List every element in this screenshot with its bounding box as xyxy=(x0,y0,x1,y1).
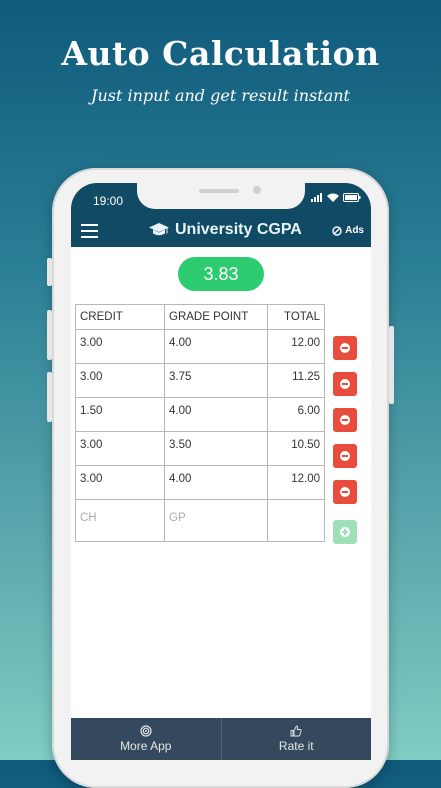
grade-point-cell[interactable]: 3.75 xyxy=(164,363,268,398)
credit-cell[interactable]: 3.00 xyxy=(75,329,165,364)
hamburger-menu-icon[interactable] xyxy=(81,224,98,238)
header-credit: CREDIT xyxy=(75,304,165,330)
delete-row-button[interactable] xyxy=(333,480,357,504)
table-header-row: CREDIT GRADE POINT TOTAL xyxy=(75,304,325,330)
graduation-cap-icon xyxy=(149,223,169,236)
credit-cell[interactable]: 3.00 xyxy=(75,465,165,500)
credit-cell[interactable]: 3.00 xyxy=(75,363,165,398)
credit-cell[interactable]: 1.50 xyxy=(75,397,165,432)
more-app-label: More App xyxy=(120,739,172,753)
grade-point-cell[interactable]: 4.00 xyxy=(164,329,268,364)
delete-row-button[interactable] xyxy=(333,408,357,432)
table-row: 1.50 4.00 6.00 xyxy=(75,397,325,432)
promo-title: Auto Calculation xyxy=(61,34,380,73)
add-row-button[interactable] xyxy=(333,520,357,544)
minus-circle-icon xyxy=(340,487,350,497)
new-total-cell xyxy=(267,499,325,542)
minus-circle-icon xyxy=(340,415,350,425)
delete-row-button[interactable] xyxy=(333,336,357,360)
grade-point-cell[interactable]: 4.00 xyxy=(164,465,268,500)
new-entry-row: CH GP xyxy=(75,499,325,542)
delete-row-button[interactable] xyxy=(333,372,357,396)
table-row: 3.00 3.50 10.50 xyxy=(75,431,325,466)
total-cell: 10.50 xyxy=(267,431,325,466)
promo-subtitle: Just input and get result instant xyxy=(91,86,350,105)
header-grade-point: GRADE POINT xyxy=(164,304,268,330)
camera xyxy=(253,186,261,194)
grade-point-cell[interactable]: 3.50 xyxy=(164,431,268,466)
total-cell: 6.00 xyxy=(267,397,325,432)
header-total: TOTAL xyxy=(267,304,325,330)
grade-point-cell[interactable]: 4.00 xyxy=(164,397,268,432)
rate-it-button[interactable]: Rate it xyxy=(220,718,372,760)
status-icons xyxy=(311,193,361,202)
status-bar: 19:00 xyxy=(71,183,371,215)
battery-icon xyxy=(343,193,361,202)
table-row: 3.00 4.00 12.00 xyxy=(75,329,325,364)
delete-row-button[interactable] xyxy=(333,444,357,468)
total-cell: 12.00 xyxy=(267,465,325,500)
thumbs-up-icon xyxy=(290,725,302,737)
minus-circle-icon xyxy=(340,379,350,389)
phone-side-button xyxy=(389,326,394,404)
minus-circle-icon xyxy=(340,451,350,461)
total-cell: 11.25 xyxy=(267,363,325,398)
more-app-button[interactable]: More App xyxy=(71,718,221,760)
plus-circle-icon xyxy=(340,527,350,537)
phone-side-button xyxy=(47,372,52,422)
notch xyxy=(137,183,305,209)
ads-label: Ads xyxy=(345,225,364,236)
target-icon xyxy=(140,725,152,737)
remove-ads-button[interactable]: Ads xyxy=(332,225,364,236)
table-row: 3.00 3.75 11.25 xyxy=(75,363,325,398)
wifi-icon xyxy=(327,193,339,202)
grades-table: CREDIT GRADE POINT TOTAL 3.00 4.00 12.00… xyxy=(75,304,325,542)
app-title: University CGPA xyxy=(149,221,302,239)
app-screen: 19:00 University CGPA Ads 3.83 CREDIT GR… xyxy=(71,183,371,760)
minus-circle-icon xyxy=(340,343,350,353)
grade-point-input[interactable]: GP xyxy=(164,499,268,542)
credit-cell[interactable]: 3.00 xyxy=(75,431,165,466)
phone-side-button xyxy=(47,310,52,360)
cgpa-result: 3.83 xyxy=(178,257,264,291)
credit-hours-input[interactable]: CH xyxy=(75,499,165,542)
signal-icon xyxy=(311,193,322,202)
no-ads-icon xyxy=(332,225,342,236)
phone-side-button xyxy=(47,258,52,286)
app-title-text: University CGPA xyxy=(175,221,302,238)
status-time: 19:00 xyxy=(93,194,124,208)
table-row: 3.00 4.00 12.00 xyxy=(75,465,325,500)
rate-it-label: Rate it xyxy=(278,739,314,753)
bottom-bar: More App Rate it xyxy=(71,718,371,760)
speaker xyxy=(199,189,239,193)
total-cell: 12.00 xyxy=(267,329,325,364)
app-bar: University CGPA Ads xyxy=(71,215,371,247)
